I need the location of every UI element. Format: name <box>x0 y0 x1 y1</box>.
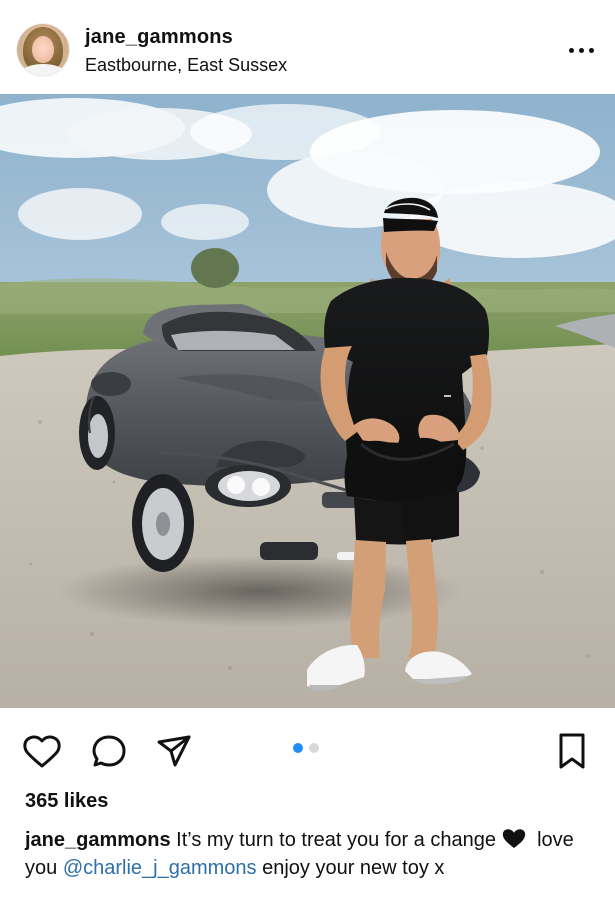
more-options-icon <box>588 47 594 53</box>
black-heart-emoji <box>502 828 526 849</box>
black-heart-icon <box>502 829 525 848</box>
profile-avatar[interactable] <box>17 24 69 76</box>
carousel-dot-active <box>293 743 303 753</box>
bookmark-icon <box>559 733 585 769</box>
post-actions <box>0 708 615 786</box>
likes-count[interactable]: 365 likes <box>25 790 108 813</box>
share-icon <box>157 735 191 767</box>
heart-icon <box>23 735 61 768</box>
avatar-shirt <box>22 64 64 76</box>
comment-button[interactable] <box>89 731 129 771</box>
more-options-icon <box>578 47 584 53</box>
post-header: jane_gammons Eastbourne, East Sussex <box>0 0 615 94</box>
more-options-button[interactable] <box>563 38 599 62</box>
post-username[interactable]: jane_gammons <box>85 26 233 49</box>
caption-text-3: enjoy your new toy x <box>256 857 445 879</box>
post-caption: jane_gammons It’s my turn to treat you f… <box>25 826 595 882</box>
caption-text-1: It’s my turn to treat you for a change <box>170 829 502 851</box>
caption-username[interactable]: jane_gammons <box>25 829 171 851</box>
comment-icon <box>92 735 126 767</box>
like-button[interactable] <box>22 731 62 771</box>
post-photo[interactable] <box>0 94 615 708</box>
avatar-face <box>32 36 54 63</box>
photo-illustration <box>0 94 615 708</box>
instagram-post: jane_gammons Eastbourne, East Sussex 365… <box>0 0 615 900</box>
more-options-icon <box>568 47 574 53</box>
mention-link[interactable]: @charlie_j_gammons <box>63 857 257 879</box>
carousel-indicator <box>293 743 319 753</box>
save-button[interactable] <box>552 731 592 771</box>
post-location[interactable]: Eastbourne, East Sussex <box>85 55 287 76</box>
share-button[interactable] <box>154 731 194 771</box>
carousel-dot <box>309 743 319 753</box>
